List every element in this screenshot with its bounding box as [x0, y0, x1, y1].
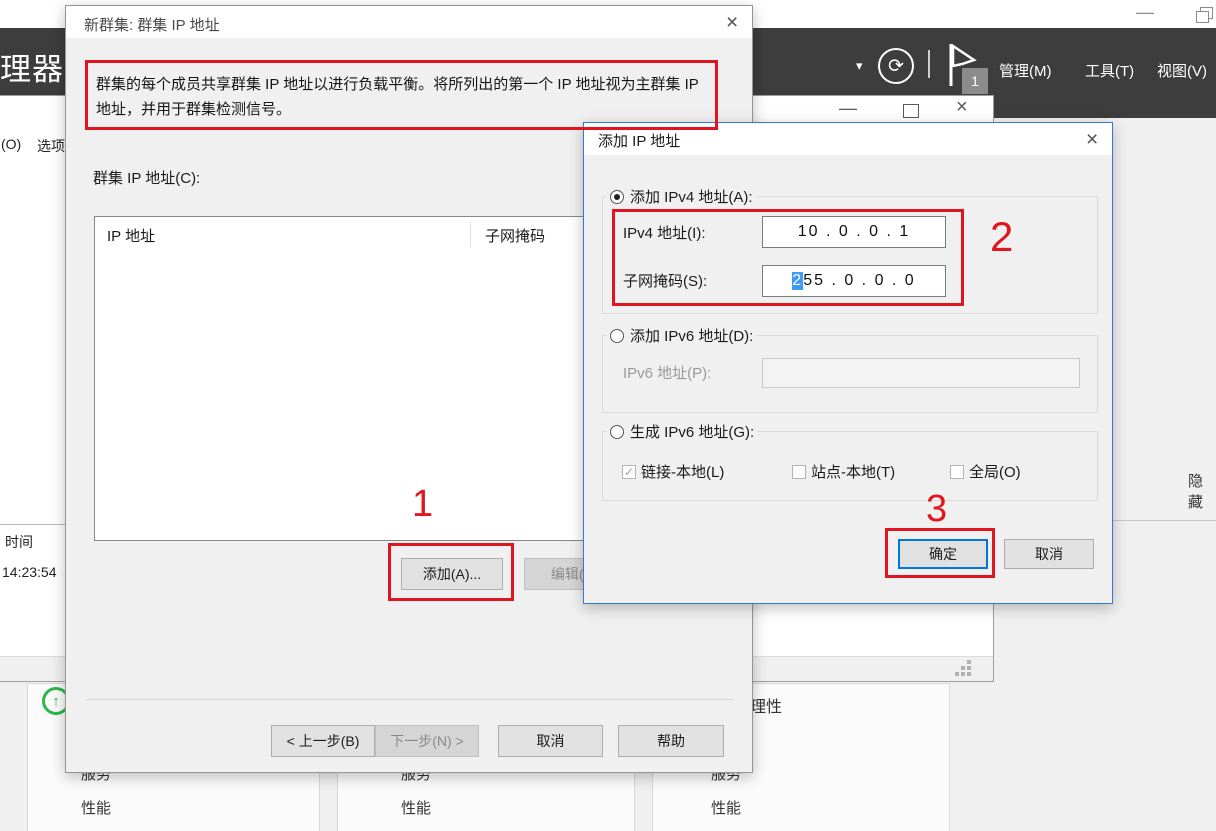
global-checkbox: [950, 465, 964, 479]
tile3-performance-row[interactable]: 性能: [711, 797, 741, 818]
generate-ipv6-radio[interactable]: [610, 425, 624, 439]
site-local-checkbox: [792, 465, 806, 479]
ipv6-address-input: [762, 358, 1080, 388]
ipv4-radio-row[interactable]: 添加 IPv4 地址(A):: [607, 186, 756, 207]
add-dialog-close-icon[interactable]: ×: [1086, 129, 1098, 150]
generate-ipv6-group: 生成 IPv6 地址(G): ✓ 链接-本地(L) 站点-本地(T) 全局(O): [602, 431, 1098, 501]
up-arrow-icon: ↑: [52, 693, 60, 710]
breadcrumb: 理器: [0, 44, 64, 89]
log-time-value: 14:23:54: [2, 564, 57, 580]
column-header-mask[interactable]: 子网掩码: [485, 225, 545, 246]
tile2-performance-row[interactable]: 性能: [401, 797, 431, 818]
site-local-option: 站点-本地(T): [792, 461, 895, 482]
generate-radio-row[interactable]: 生成 IPv6 地址(G):: [607, 421, 757, 442]
annotation-box-description: [85, 60, 718, 130]
annotation-number-1: 1: [412, 483, 433, 526]
menu-view[interactable]: 视图(V): [1157, 60, 1207, 81]
link-local-label: 链接-本地(L): [641, 461, 724, 482]
column-divider[interactable]: [470, 221, 471, 247]
nlb-close-icon[interactable]: ×: [956, 96, 968, 119]
wizard-cancel-button[interactable]: 取消: [498, 725, 603, 757]
ipv6-radio[interactable]: [610, 329, 624, 343]
annotation-number-2: 2: [990, 213, 1013, 261]
resize-grip[interactable]: [955, 660, 973, 678]
annotation-box-step3: [885, 528, 995, 578]
ipv6-group: 添加 IPv6 地址(D): IPv6 地址(P):: [602, 335, 1098, 413]
notification-badge[interactable]: 1: [962, 68, 988, 94]
help-button[interactable]: 帮助: [618, 725, 724, 757]
global-option: 全局(O): [950, 461, 1021, 482]
ipv6-address-label: IPv6 地址(P):: [623, 362, 711, 383]
menu-tools[interactable]: 工具(T): [1085, 60, 1134, 81]
link-local-option: ✓ 链接-本地(L): [622, 461, 724, 482]
next-button: 下一步(N) >: [375, 725, 479, 757]
cluster-ip-list-label: 群集 IP 地址(C):: [93, 167, 200, 188]
wizard-title: 新群集: 群集 IP 地址: [84, 14, 220, 35]
site-local-label: 站点-本地(T): [811, 461, 895, 482]
restore-icon-back: [1196, 11, 1209, 23]
screen: — 理器 ▾ ⟳ 1 管理(M) 工具(T) 视图(V) 隐藏 ↑ 服务 性能 …: [0, 0, 1216, 831]
ipv4-radio[interactable]: [610, 190, 624, 204]
nlb-tree-item[interactable]: 集: [0, 158, 7, 176]
toolbar-divider: [928, 50, 930, 78]
generate-ipv6-label: 生成 IPv6 地址(G):: [630, 421, 754, 442]
hide-link[interactable]: 隐藏: [1188, 470, 1216, 512]
nlb-menu-fragment-o[interactable]: (O): [1, 136, 21, 152]
ipv4-radio-label: 添加 IPv4 地址(A):: [630, 186, 753, 207]
column-header-ip[interactable]: IP 地址: [107, 225, 155, 246]
back-button[interactable]: < 上一步(B): [271, 725, 375, 757]
wizard-footer-divider: [86, 699, 734, 700]
ipv6-radio-row[interactable]: 添加 IPv6 地址(D):: [607, 325, 756, 346]
link-local-checkbox: ✓: [622, 465, 636, 479]
minimize-icon[interactable]: —: [1136, 2, 1154, 23]
annotation-box-step2: [612, 209, 964, 306]
annotation-box-step1: [388, 543, 514, 601]
chevron-down-icon[interactable]: ▾: [856, 58, 863, 74]
log-time-header[interactable]: 时间: [5, 532, 33, 552]
annotation-number-3: 3: [926, 488, 947, 531]
add-ip-dialog: 添加 IP 地址 × 添加 IPv4 地址(A): IPv4 地址(I): 10…: [583, 122, 1113, 604]
nlb-menu-options[interactable]: 选项: [37, 136, 65, 156]
add-dialog-cancel-button[interactable]: 取消: [1004, 539, 1094, 569]
global-label: 全局(O): [969, 461, 1021, 482]
nlb-maximize-icon[interactable]: [903, 104, 919, 118]
nlb-minimize-icon[interactable]: —: [839, 98, 857, 119]
add-dialog-title: 添加 IP 地址: [598, 130, 680, 151]
wizard-close-icon[interactable]: ×: [726, 12, 738, 33]
menu-manage[interactable]: 管理(M): [999, 60, 1052, 81]
refresh-icon[interactable]: ⟳: [878, 48, 914, 84]
ipv6-radio-label: 添加 IPv6 地址(D):: [630, 325, 753, 346]
tile1-performance-row[interactable]: 性能: [81, 797, 111, 818]
